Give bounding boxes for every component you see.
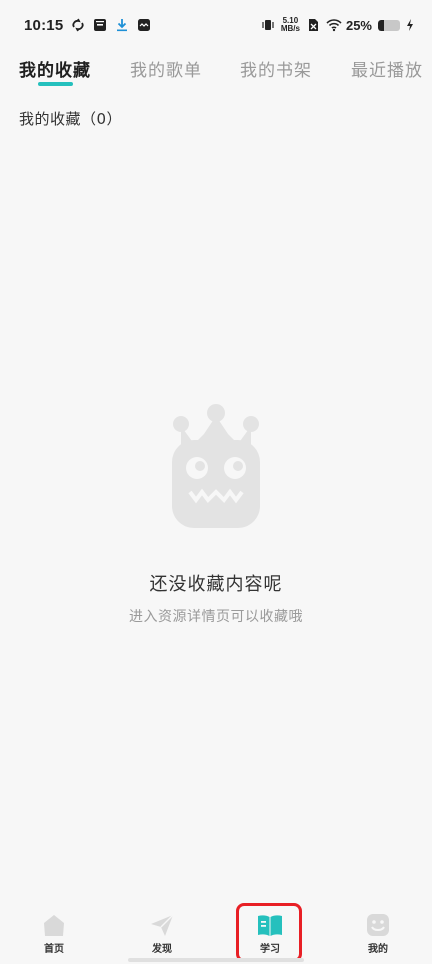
sync-icon: [71, 18, 85, 32]
nav-label-profile: 我的: [368, 944, 388, 955]
nav-label-home: 首页: [44, 944, 64, 955]
status-bar: 10:15 5.10 MB/s 25%: [0, 0, 432, 50]
tab-my-bookshelf[interactable]: 我的书架: [240, 56, 312, 81]
empty-state-subtitle: 进入资源详情页可以收藏哦: [129, 609, 303, 625]
battery-icon: [378, 19, 400, 31]
nav-label-discover: 发现: [152, 944, 172, 955]
nav-item-home[interactable]: 首页: [24, 912, 84, 958]
home-icon: [41, 912, 67, 938]
tab-recently-played[interactable]: 最近播放: [351, 56, 423, 81]
vibrate-icon: [261, 18, 275, 32]
archive-icon: [93, 18, 107, 32]
network-speed-unit: MB/s: [280, 24, 300, 33]
bottom-nav: 首页 发现 学习 我的: [0, 902, 432, 964]
tab-my-playlists[interactable]: 我的歌单: [130, 56, 202, 81]
book-icon: [257, 912, 283, 938]
status-time: 10:15: [24, 16, 64, 34]
download-icon: [115, 18, 129, 32]
battery-fill: [378, 19, 384, 31]
empty-state-title: 还没收藏内容呢: [149, 574, 283, 595]
wifi-icon: [326, 18, 342, 32]
nav-item-study[interactable]: 学习: [240, 912, 300, 958]
charging-icon: [406, 18, 414, 32]
network-speed: 5.10 MB/s: [281, 17, 300, 33]
mascot-icon: [166, 404, 266, 530]
nav-item-discover[interactable]: 发现: [132, 912, 192, 958]
no-sim-icon: [306, 18, 320, 32]
tab-indicator: [38, 82, 73, 86]
nav-item-profile[interactable]: 我的: [348, 912, 408, 958]
app-icon: [137, 18, 151, 32]
discover-icon: [149, 912, 175, 938]
battery-percentage: 25%: [345, 17, 372, 33]
home-indicator: [128, 958, 304, 962]
nav-label-study: 学习: [260, 944, 280, 955]
tab-my-favorites[interactable]: 我的收藏: [19, 56, 91, 81]
section-title: 我的收藏（0）: [19, 110, 123, 128]
profile-icon: [365, 912, 391, 938]
